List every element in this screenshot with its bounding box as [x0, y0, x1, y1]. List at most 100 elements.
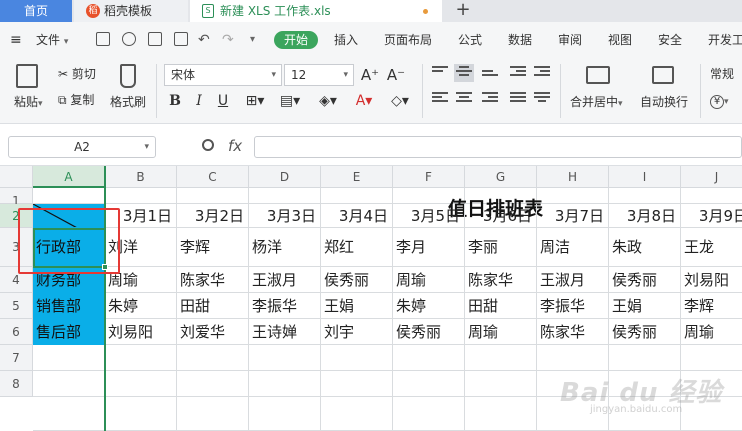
schedule-cell[interactable]: 侯秀丽 — [609, 267, 681, 293]
cell[interactable] — [609, 188, 681, 204]
cell[interactable] — [465, 397, 537, 431]
justify-icon[interactable] — [510, 92, 526, 106]
row-header-1[interactable]: 1 — [0, 188, 33, 208]
schedule-cell[interactable]: 王龙 — [681, 228, 742, 267]
schedule-cell[interactable]: 李振华 — [537, 293, 609, 319]
column-header-e[interactable]: E — [321, 166, 393, 188]
menu-insert[interactable]: 插入 — [334, 31, 358, 49]
schedule-cell[interactable]: 朱婷 — [393, 293, 465, 319]
schedule-cell[interactable]: 刘宇 — [321, 319, 393, 345]
menu-formula[interactable]: 公式 — [458, 31, 482, 49]
schedule-cell[interactable]: 周瑜 — [465, 319, 537, 345]
schedule-cell[interactable]: 朱婷 — [105, 293, 177, 319]
align-right-icon[interactable] — [482, 92, 498, 106]
row-header-6[interactable]: 6 — [0, 319, 33, 345]
cell[interactable] — [465, 371, 537, 397]
schedule-cell[interactable]: 王娟 — [321, 293, 393, 319]
add-tab-button[interactable]: + — [452, 0, 474, 22]
schedule-cell[interactable]: 王淑月 — [537, 267, 609, 293]
tab-file[interactable]: S 新建 XLS 工作表.xls — [190, 0, 442, 22]
cell[interactable] — [33, 345, 105, 371]
align-left-icon[interactable] — [432, 92, 448, 106]
indent-decrease-icon[interactable] — [510, 66, 526, 80]
department-cell[interactable]: 售后部 — [33, 319, 105, 345]
font-name-select[interactable]: 宋体 ▾ — [164, 64, 282, 86]
wrap-text-button[interactable]: 自动换行 — [640, 94, 688, 110]
cell[interactable] — [249, 188, 321, 204]
date-header-cell[interactable]: 3月5日 — [393, 204, 465, 228]
column-header-i[interactable]: I — [609, 166, 681, 188]
merge-center-button[interactable]: 合并居中▾ — [570, 94, 623, 112]
cell[interactable] — [321, 345, 393, 371]
hamburger-icon[interactable]: ≡ — [10, 31, 22, 49]
save-icon[interactable] — [96, 32, 110, 46]
increase-font-icon[interactable]: A⁺ — [360, 66, 380, 84]
schedule-cell[interactable]: 刘易阳 — [105, 319, 177, 345]
merge-center-icon[interactable] — [586, 66, 610, 84]
schedule-cell[interactable]: 侯秀丽 — [609, 319, 681, 345]
redo-icon[interactable]: ↷ — [222, 31, 234, 49]
menu-developer[interactable]: 开发工 — [708, 31, 742, 49]
schedule-cell[interactable]: 侯秀丽 — [321, 267, 393, 293]
cell[interactable] — [609, 345, 681, 371]
cell[interactable] — [465, 345, 537, 371]
more-chevron-icon[interactable]: ▾ — [250, 31, 255, 49]
cell[interactable] — [177, 397, 249, 431]
menu-security[interactable]: 安全 — [658, 31, 682, 49]
schedule-cell[interactable]: 李辉 — [177, 228, 249, 267]
row-header-8[interactable]: 8 — [0, 371, 33, 397]
cell[interactable] — [33, 397, 105, 431]
export-pdf-icon[interactable] — [122, 32, 136, 46]
schedule-cell[interactable]: 陈家华 — [465, 267, 537, 293]
select-all-corner[interactable] — [0, 166, 33, 188]
column-header-f[interactable]: F — [393, 166, 465, 188]
fx-icon[interactable]: fx — [228, 136, 242, 156]
schedule-cell[interactable]: 王诗婵 — [249, 319, 321, 345]
cell[interactable] — [105, 188, 177, 204]
cell[interactable] — [393, 371, 465, 397]
align-center-icon[interactable] — [456, 92, 472, 106]
tab-template[interactable]: 稻 稻壳模板 — [74, 0, 188, 22]
schedule-cell[interactable]: 李辉 — [681, 293, 742, 319]
schedule-cell[interactable]: 田甜 — [465, 293, 537, 319]
cell[interactable] — [393, 345, 465, 371]
department-cell[interactable]: 销售部 — [33, 293, 105, 319]
font-size-select[interactable]: 12 ▾ — [284, 64, 354, 86]
menu-view[interactable]: 视图 — [608, 31, 632, 49]
schedule-cell[interactable]: 刘易阳 — [681, 267, 742, 293]
cell[interactable] — [33, 188, 105, 204]
schedule-cell[interactable]: 陈家华 — [177, 267, 249, 293]
cell[interactable] — [681, 188, 742, 204]
cell[interactable] — [177, 188, 249, 204]
underline-button[interactable]: U — [214, 92, 232, 110]
formula-input[interactable] — [254, 136, 742, 158]
borders-icon[interactable]: ⊞▾ — [242, 92, 268, 110]
schedule-cell[interactable]: 李振华 — [249, 293, 321, 319]
bold-button[interactable]: B — [166, 92, 184, 110]
schedule-cell[interactable]: 王淑月 — [249, 267, 321, 293]
schedule-cell[interactable]: 刘爱华 — [177, 319, 249, 345]
print-preview-icon[interactable] — [174, 32, 188, 46]
cell[interactable] — [681, 345, 742, 371]
date-header-cell[interactable]: 3月6日 — [465, 204, 537, 228]
column-header-j[interactable]: J — [681, 166, 742, 188]
clear-format-icon[interactable]: ◇▾ — [386, 92, 414, 110]
cell[interactable] — [537, 345, 609, 371]
date-header-cell[interactable]: 3月3日 — [249, 204, 321, 228]
schedule-cell[interactable]: 郑红 — [321, 228, 393, 267]
schedule-cell[interactable]: 侯秀丽 — [393, 319, 465, 345]
indent-increase-icon[interactable] — [534, 66, 550, 80]
schedule-cell[interactable]: 周洁 — [537, 228, 609, 267]
menu-data[interactable]: 数据 — [508, 31, 532, 49]
cell[interactable] — [33, 371, 105, 397]
distributed-icon[interactable] — [534, 92, 550, 106]
currency-button[interactable]: ¥ ▾ — [710, 92, 729, 110]
align-middle-icon[interactable] — [454, 64, 474, 82]
cell[interactable] — [321, 188, 393, 204]
menu-start[interactable]: 开始 — [274, 31, 319, 49]
tab-home[interactable]: 首页 — [0, 0, 72, 22]
date-header-cell[interactable]: 3月7日 — [537, 204, 609, 228]
cell[interactable] — [249, 371, 321, 397]
cut-button[interactable]: ✂ 剪切 — [58, 66, 96, 82]
format-painter-button[interactable]: 格式刷 — [110, 94, 146, 110]
